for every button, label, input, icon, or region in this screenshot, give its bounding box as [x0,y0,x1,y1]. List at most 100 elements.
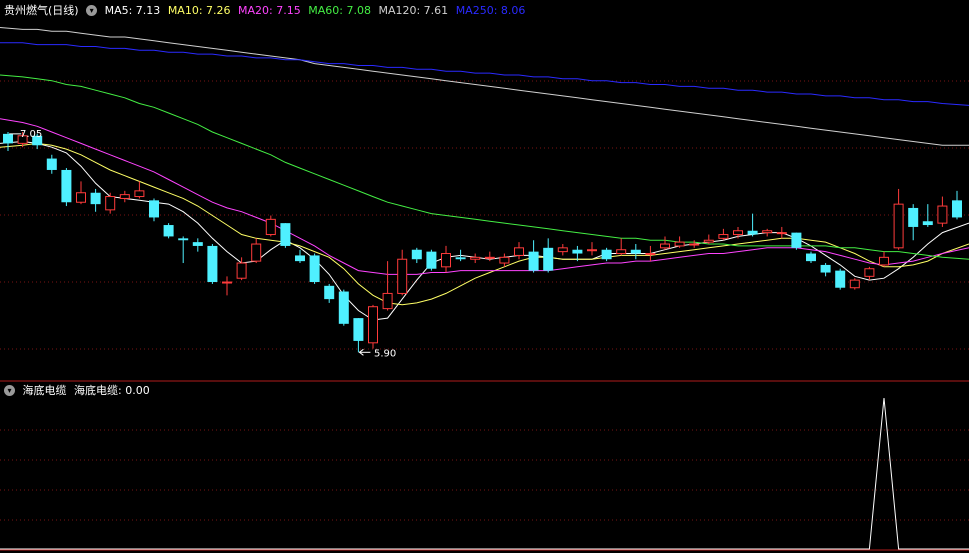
candle [528,240,539,273]
candle-body [572,249,583,254]
candle-body [61,169,72,203]
candle-body [543,247,554,271]
indicator-series [0,397,969,550]
candle [514,242,524,260]
candle [251,238,262,264]
ma10-line [0,142,969,306]
candle-body [703,239,714,243]
candle-body [426,251,437,269]
candle-body [616,249,627,255]
candle [441,245,451,273]
candle [893,188,904,250]
ma5-value: MA5: 7.13 [104,4,161,17]
candle-body [441,253,451,268]
candle-body [922,221,933,226]
candle [849,278,860,290]
candle [382,261,393,311]
candle [864,266,875,281]
candle-body [338,291,349,324]
candle-body [90,192,101,205]
candle [338,289,349,326]
candle-body [295,255,305,262]
candle-body [484,256,495,259]
candle [192,238,203,252]
candle-body [411,249,422,260]
candle-body [908,207,919,227]
chevron-down-icon[interactable]: ▾ [4,384,15,396]
ma60-value: MA60: 7.08 [308,4,371,17]
moving-average-lines [0,27,969,321]
candle [90,188,101,212]
candle [353,318,364,353]
candle-body [718,234,729,239]
candle [76,181,86,205]
candle [207,244,218,284]
candle-body [952,200,962,218]
candle [426,249,437,271]
candle [178,236,189,264]
candle-body [499,256,510,264]
candle-body [835,270,846,288]
candle [587,242,597,256]
candle [265,215,276,237]
candle [952,190,962,220]
indicator-name: 海底电缆 [22,384,67,397]
candle [908,204,919,241]
chevron-down-icon[interactable]: ▾ [86,4,98,16]
candle [222,276,232,296]
candle-body [119,194,130,199]
candle-body [557,247,568,253]
candle-body [733,230,743,236]
candle-body [324,285,335,300]
candle [280,223,291,248]
ma60-line [0,74,969,260]
indicator-line [0,397,969,550]
candle-body [368,306,378,344]
candle-body [660,243,670,249]
candle [630,244,641,260]
candle [557,244,568,256]
candle [718,228,729,241]
ma120-line [0,27,969,146]
candle-body [207,245,218,283]
stock-title: 贵州燃气(日线) [4,4,79,17]
candle [119,190,130,203]
ma250-value: MA250: 8.06 [455,4,526,17]
candle-body [251,243,262,262]
high-price-label: 7.05 [20,129,42,140]
candle-body [630,249,641,254]
candle-body [265,218,276,236]
indicator-panel-header: ▾ 海底电缆 海底电缆: 0.00 [4,383,154,399]
candle-body [893,203,904,249]
main-panel-header: 贵州燃气(日线) ▾ MA5: 7.13 MA10: 7.26 MA20: 7.… [4,3,529,19]
candle-body [46,158,57,170]
candle [747,213,758,237]
candle [397,249,408,296]
main-panel-grid [0,80,969,350]
candle-body [587,249,597,252]
candle-body [762,230,773,234]
candle-body [178,238,189,241]
candle [149,198,159,222]
low-price-label: 5.90 [374,348,396,359]
candle-body [849,279,860,289]
candle-body [222,281,232,284]
candle [105,192,116,214]
candle [163,223,174,239]
candle-body [455,257,466,260]
candle-body [3,133,13,144]
candle-body [134,190,145,198]
candle [61,168,72,207]
candle [616,238,627,256]
candle-body [601,249,612,260]
candle [674,236,685,248]
candle-body [163,225,174,237]
candle [484,251,495,262]
kline-chart[interactable]: 7.05 5.90 [0,0,969,553]
candle-body [514,247,524,256]
candle [645,245,656,262]
candle-body [528,251,539,271]
candle-body [864,268,875,277]
candle-body [674,241,685,247]
candle-body [689,243,700,246]
